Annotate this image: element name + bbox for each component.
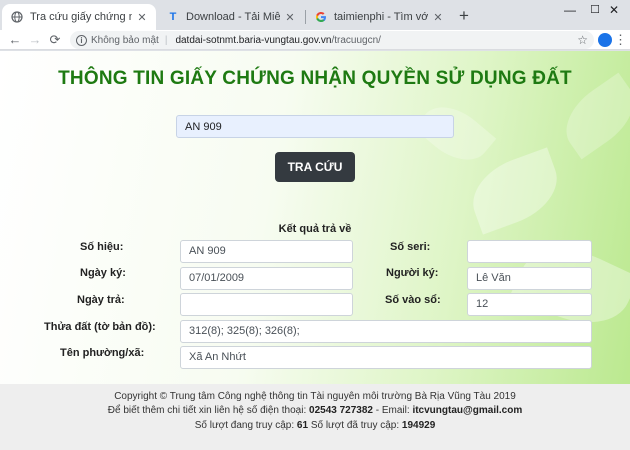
tab-download[interactable]: T Download - Tải Miễn Phí VN - Ph ✕ <box>158 4 304 30</box>
label-so-seri: Số seri: <box>390 241 431 253</box>
search-button[interactable]: TRA CỨU <box>275 152 355 182</box>
label-ngay-ky: Ngày ký: <box>80 267 126 279</box>
field-ten-phuong[interactable]: Xã An Nhứt <box>180 346 592 369</box>
profile-avatar[interactable] <box>598 33 612 47</box>
field-nguoi-ky[interactable]: Lê Văn <box>467 267 592 290</box>
footer-phone: 02543 727382 <box>309 405 373 416</box>
address-bar[interactable]: i Không bảo mật | datdai-sotnmt.baria-vu… <box>70 31 594 49</box>
label-ngay-tra: Ngày trả: <box>77 294 125 306</box>
tab-strip: Tra cứu giấy chứng nhận QSDĐ ✕ T Downloa… <box>0 0 630 30</box>
bookmark-star-icon[interactable]: ☆ <box>577 33 588 47</box>
tab-close-icon[interactable]: ✕ <box>136 11 148 24</box>
info-icon[interactable]: i <box>76 34 87 46</box>
label-thua-dat: Thửa đất (tờ bản đồ): <box>44 321 156 333</box>
page-footer: Copyright © Trung tâm Công nghệ thông ti… <box>0 384 630 450</box>
label-nguoi-ky: Người ký: <box>386 267 439 279</box>
certificate-search-input[interactable] <box>176 115 454 138</box>
footer-copyright: Copyright © Trung tâm Công nghệ thông ti… <box>114 391 516 402</box>
page-title: THÔNG TIN GIẤY CHỨNG NHẬN QUYỀN SỬ DỤNG … <box>58 68 572 89</box>
field-so-vao-so[interactable]: 12 <box>467 293 592 316</box>
close-window-button[interactable]: ✕ <box>598 0 630 22</box>
visits-now-label: Số lượt đang truy cập: <box>194 420 295 431</box>
field-ngay-ky[interactable]: 07/01/2009 <box>180 267 353 290</box>
field-thua-dat[interactable]: 312(8); 325(8); 326(8); <box>180 320 592 343</box>
visits-total-count: 194929 <box>401 420 436 431</box>
footer-contact-prefix: Để biết thêm chi tiết xin liên hệ số điệ… <box>107 405 307 416</box>
browser-menu-icon[interactable]: ⋮ <box>614 31 627 49</box>
field-so-hieu[interactable]: AN 909 <box>180 240 353 263</box>
google-g-icon <box>314 10 328 24</box>
footer-email[interactable]: itcvungtau@gmail.com <box>412 405 522 416</box>
tab-title: Download - Tải Miễn Phí VN - Ph <box>186 11 280 23</box>
globe-icon <box>10 10 24 24</box>
tab-tra-cuu[interactable]: Tra cứu giấy chứng nhận QSDĐ ✕ <box>2 4 156 30</box>
label-so-vao-so: Số vào sổ: <box>385 294 441 306</box>
field-ngay-tra[interactable] <box>180 293 353 316</box>
visits-total-label: Số lượt đã truy cập: <box>310 420 400 431</box>
visits-now-count: 61 <box>296 420 309 431</box>
footer-email-prefix: - Email: <box>375 405 410 416</box>
forward-button[interactable]: → <box>26 31 44 49</box>
footer-visits: Số lượt đang truy cập: 61 Số lượt đã tru… <box>0 420 630 431</box>
taimienphi-favicon: T <box>169 11 177 23</box>
reload-button[interactable]: ⟳ <box>46 31 64 49</box>
footer-contact: Để biết thêm chi tiết xin liên hệ số điệ… <box>0 405 630 416</box>
page-content: THÔNG TIN GIẤY CHỨNG NHẬN QUYỀN SỬ DỤNG … <box>0 51 630 450</box>
label-so-hieu: Số hiệu: <box>80 241 124 253</box>
tab-google[interactable]: taimienphi - Tìm với Google ✕ <box>306 4 452 30</box>
new-tab-button[interactable]: + <box>454 6 474 26</box>
security-status[interactable]: Không bảo mật <box>91 35 159 46</box>
result-heading: Kết quả trả về <box>278 223 352 235</box>
url-path: /tracuugcn/ <box>331 34 381 46</box>
field-so-seri[interactable] <box>467 240 592 263</box>
tab-title: Tra cứu giấy chứng nhận QSDĐ <box>30 11 132 23</box>
tab-title: taimienphi - Tìm với Google <box>334 11 428 23</box>
tab-close-icon[interactable]: ✕ <box>284 11 296 24</box>
address-divider: | <box>164 34 168 46</box>
browser-toolbar: ← → ⟳ i Không bảo mật | datdai-sotnmt.ba… <box>0 30 630 50</box>
label-ten-phuong: Tên phường/xã: <box>60 347 145 359</box>
url-host: datdai-sotnmt.baria-vungtau.gov.vn <box>175 34 332 46</box>
background-leaf-decoration <box>462 147 568 235</box>
tab-close-icon[interactable]: ✕ <box>432 11 444 24</box>
back-button[interactable]: ← <box>6 31 24 49</box>
